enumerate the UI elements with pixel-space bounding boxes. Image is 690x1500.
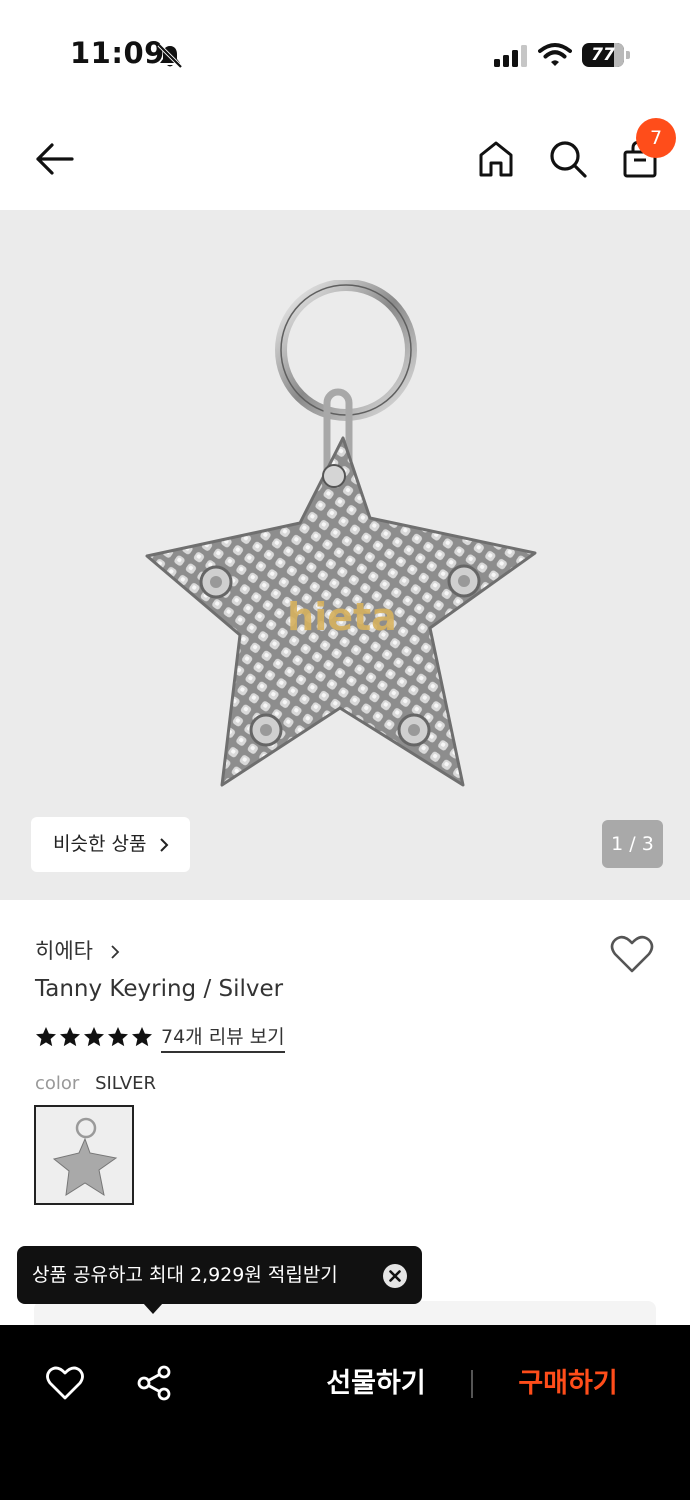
image-page-indicator: 1 / 3 — [602, 820, 663, 868]
close-icon[interactable] — [382, 1263, 408, 1289]
similar-products-button[interactable]: 비슷한 상품 — [31, 817, 190, 872]
wishlist-heart-icon[interactable] — [610, 934, 654, 974]
similar-products-label: 비슷한 상품 — [53, 833, 147, 855]
home-icon[interactable] — [476, 138, 516, 180]
bottom-action-bar: 선물하기 구매하기 — [0, 1325, 690, 1500]
share-reward-tooltip: 상품 공유하고 최대 2,929원 적립받기 — [17, 1246, 422, 1304]
swatch-thumbnail — [52, 1117, 118, 1197]
chevron-right-icon — [160, 838, 169, 852]
color-value: SILVER — [95, 1073, 157, 1094]
star-icon — [84, 1027, 104, 1047]
status-bar: 11:09 77 — [0, 0, 690, 110]
star-icon — [60, 1027, 80, 1047]
brand-logo-text: hieta — [287, 595, 397, 639]
cart-count-badge: 7 — [636, 118, 676, 158]
tooltip-arrow — [143, 1303, 163, 1314]
status-time: 11:09 — [70, 36, 165, 70]
cellular-signal-icon — [494, 45, 527, 67]
review-link[interactable]: 74개 리뷰 보기 — [161, 1022, 285, 1053]
wifi-icon — [538, 43, 572, 66]
color-label: color — [35, 1073, 80, 1094]
bell-muted-icon — [157, 43, 183, 69]
heart-icon[interactable] — [46, 1365, 84, 1401]
star-icon — [36, 1027, 56, 1047]
rating-stars — [35, 1026, 153, 1048]
chevron-right-icon — [111, 945, 119, 959]
battery-indicator: 77 — [582, 43, 630, 67]
product-gallery[interactable]: hieta 비슷한 상품 1 / 3 — [0, 210, 690, 900]
product-name: Tanny Keyring / Silver — [35, 976, 284, 1002]
battery-percent: 77 — [591, 45, 615, 65]
color-option-row: color SILVER — [35, 1073, 156, 1094]
rating-row: 74개 리뷰 보기 — [35, 1022, 285, 1053]
brand-name: 히에타 — [35, 939, 93, 963]
product-image: hieta — [145, 280, 537, 787]
app-header — [0, 110, 690, 210]
buy-button[interactable]: 구매하기 — [502, 1355, 634, 1413]
divider — [471, 1370, 473, 1398]
search-icon[interactable] — [547, 138, 589, 180]
share-icon[interactable] — [136, 1365, 172, 1401]
brand-link[interactable]: 히에타 — [35, 935, 120, 965]
star-icon — [108, 1027, 128, 1047]
back-arrow-icon[interactable] — [32, 138, 78, 180]
tooltip-text: 상품 공유하고 최대 2,929원 적립받기 — [32, 1264, 338, 1286]
color-swatch-silver[interactable] — [34, 1105, 134, 1205]
star-icon — [132, 1027, 152, 1047]
gift-button[interactable]: 선물하기 — [310, 1355, 442, 1413]
